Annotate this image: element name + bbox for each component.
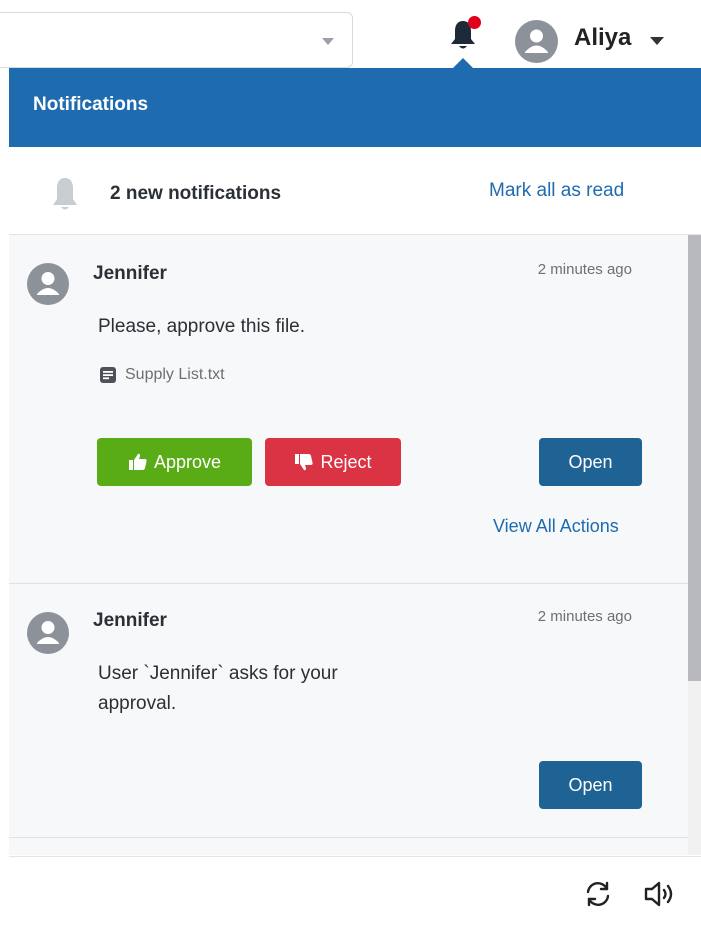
user-avatar-icon[interactable]	[515, 20, 558, 63]
timestamp: 2 minutes ago	[537, 261, 632, 278]
bell-icon	[53, 178, 77, 210]
chevron-down-icon	[322, 38, 334, 45]
approve-label: Approve	[153, 451, 222, 472]
refresh-icon[interactable]	[583, 879, 613, 909]
reject-label: Reject	[320, 451, 372, 472]
new-count-text: 2 new notifications	[110, 183, 282, 204]
timestamp: 2 minutes ago	[537, 608, 632, 625]
avatar-icon	[27, 263, 69, 305]
notifications-header: Notifications	[9, 68, 701, 147]
file-icon	[100, 367, 116, 383]
sound-icon[interactable]	[643, 879, 677, 909]
notification-message-line2: approval.	[98, 693, 177, 714]
notification-message: Please, approve this file.	[98, 316, 306, 337]
notification-badge	[468, 16, 481, 29]
notification-list[interactable]: Jennifer 2 minutes ago Please, approve t…	[9, 235, 701, 855]
view-all-actions-link[interactable]: View All Actions	[493, 516, 619, 537]
user-name[interactable]: Aliya	[574, 24, 631, 52]
notification-item: Jennifer 2 minutes ago Please, approve t…	[9, 235, 688, 584]
approve-button[interactable]: Approve	[97, 438, 252, 486]
open-button[interactable]: Open	[539, 438, 642, 486]
thumbs-down-icon	[295, 454, 314, 471]
panel-footer	[9, 856, 701, 945]
open-button[interactable]: Open	[539, 761, 642, 809]
notification-summary: 2 new notifications Mark all as read	[9, 147, 701, 235]
thumbs-up-icon	[128, 453, 147, 470]
sender-name: Jennifer	[93, 263, 167, 284]
mark-all-read-link[interactable]: Mark all as read	[489, 180, 624, 202]
avatar-icon	[27, 612, 69, 654]
sender-name: Jennifer	[93, 610, 167, 631]
attachment[interactable]: Supply List.txt	[99, 366, 225, 384]
notification-message-line1: User `Jennifer` asks for your	[98, 663, 338, 684]
reject-button[interactable]: Reject	[265, 438, 401, 486]
dropdown-pointer	[453, 58, 473, 68]
search-select[interactable]	[0, 12, 353, 68]
panel-title: Notifications	[33, 94, 149, 115]
caret-down-icon[interactable]	[650, 37, 664, 45]
notification-item: Jennifer 2 minutes ago User `Jennifer` a…	[9, 584, 688, 838]
scrollbar-track[interactable]	[688, 235, 701, 855]
attachment-name: Supply List.txt	[125, 366, 225, 383]
scrollbar-thumb[interactable]	[688, 235, 701, 681]
